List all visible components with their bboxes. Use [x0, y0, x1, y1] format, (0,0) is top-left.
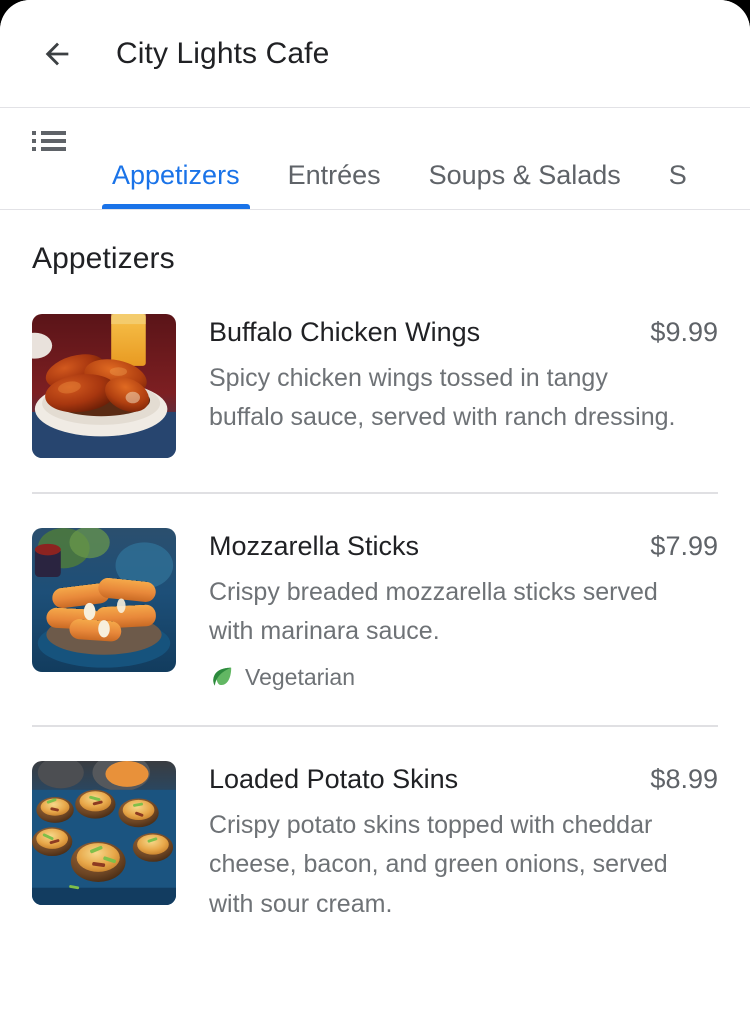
menu-item-description: Spicy chicken wings tossed in tangy buff… — [209, 363, 676, 432]
menu-item-header: Mozzarella Sticks $7.99 — [209, 530, 718, 563]
menu-item-details: Mozzarella Sticks $7.99 Crispy breaded m… — [176, 528, 718, 691]
mozzarella-sticks-photo — [32, 528, 176, 672]
dietary-tag-vegetarian: Vegetarian — [209, 664, 355, 691]
menu-content: Appetizers Buffalo Chicken Wings $9.99 S… — [0, 210, 750, 925]
tab-label: Appetizers — [112, 160, 240, 190]
active-tab-indicator — [102, 204, 250, 209]
menu-item-description: Crispy potato skins topped with cheddar … — [209, 810, 668, 918]
tab-appetizers[interactable]: Appetizers — [88, 108, 264, 209]
menu-item-thumbnail — [32, 760, 176, 905]
restaurant-menu-screen: City Lights Cafe Appetizers Entrées Soup… — [0, 0, 750, 1010]
section-heading: Appetizers — [32, 242, 175, 275]
dietary-tag-row: Vegetarian — [209, 664, 718, 691]
category-tab-bar: Appetizers Entrées Soups & Salads S — [0, 108, 750, 210]
menu-item-header: Buffalo Chicken Wings $9.99 — [209, 316, 718, 349]
menu-item-thumbnail — [32, 314, 176, 458]
leaf-icon — [213, 668, 232, 687]
menu-item-row[interactable]: Mozzarella Sticks $7.99 Crispy breaded m… — [0, 528, 750, 691]
menu-item-row[interactable]: Loaded Potato Skins $8.99 Crispy potato … — [0, 760, 750, 924]
menu-item-name: Buffalo Chicken Wings — [209, 317, 481, 347]
menu-item-description: Crispy breaded mozzarella sticks served … — [209, 577, 658, 646]
menu-item-name: Loaded Potato Skins — [209, 763, 459, 794]
page-title: City Lights Cafe — [116, 36, 330, 70]
menu-item-name: Mozzarella Sticks — [209, 531, 420, 561]
arrow-back-icon — [45, 42, 69, 65]
app-bar: City Lights Cafe — [0, 0, 750, 108]
tab-entrees[interactable]: Entrées — [264, 108, 405, 209]
buffalo-chicken-wings-photo — [32, 314, 176, 458]
tab-soups-and-salads[interactable]: Soups & Salads — [405, 108, 645, 209]
menu-item-price: $7.99 — [650, 531, 718, 561]
tab-label: S — [668, 160, 687, 190]
loaded-potato-skins-photo — [32, 760, 176, 905]
dietary-tag-label: Vegetarian — [245, 663, 355, 690]
menu-item-details: Loaded Potato Skins $8.99 Crispy potato … — [176, 761, 718, 924]
list-view-icon — [32, 131, 66, 151]
tab-label: Soups & Salads — [428, 160, 621, 190]
menu-item-header: Loaded Potato Skins $8.99 — [209, 763, 718, 796]
tab-partial-next[interactable]: S — [645, 108, 711, 209]
menu-item-thumbnail — [32, 528, 176, 672]
menu-item-details: Buffalo Chicken Wings $9.99 Spicy chicke… — [176, 314, 718, 438]
list-view-button[interactable] — [32, 108, 88, 174]
menu-item-price: $8.99 — [650, 763, 718, 794]
back-button[interactable] — [30, 27, 84, 81]
menu-item-row[interactable]: Buffalo Chicken Wings $9.99 Spicy chicke… — [0, 314, 750, 458]
tab-strip: Appetizers Entrées Soups & Salads S — [88, 108, 750, 209]
tab-label: Entrées — [287, 160, 381, 190]
menu-item-price: $9.99 — [650, 317, 718, 347]
